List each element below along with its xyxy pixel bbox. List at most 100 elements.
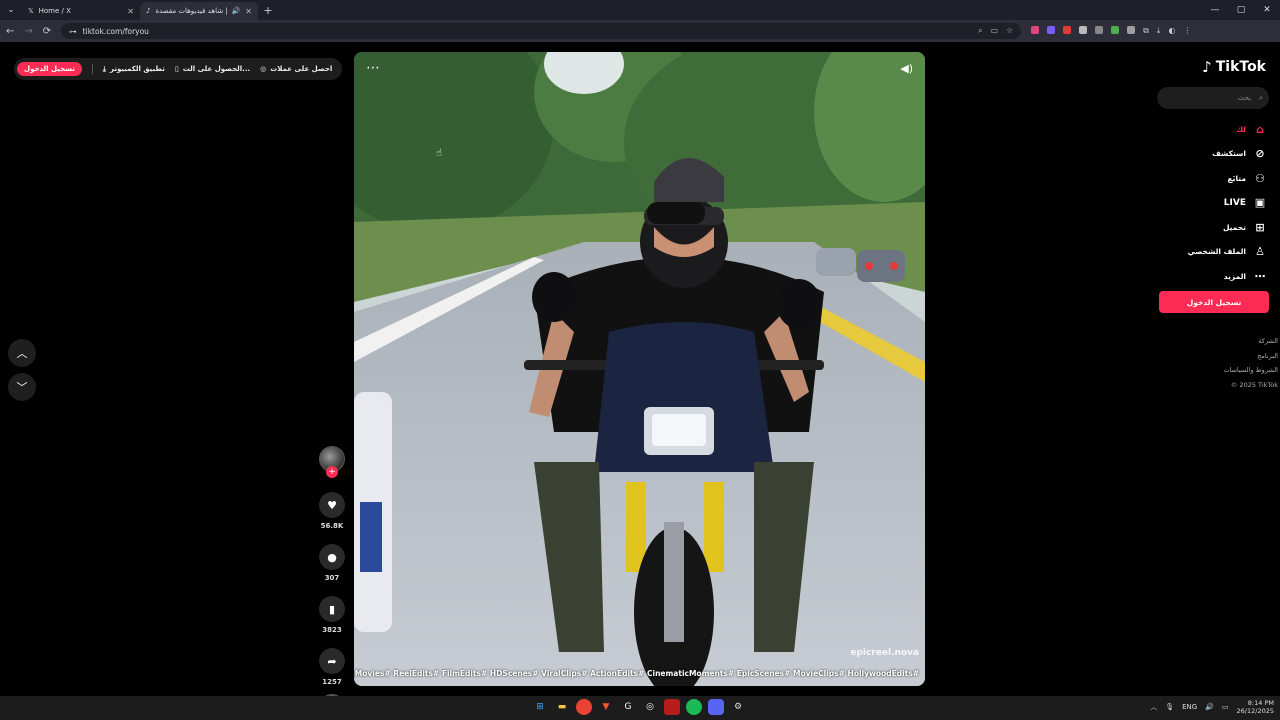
video-player[interactable]: ⋯ ◀) ☝ epicreel.nova TrendingMovies# Ree… — [354, 52, 925, 686]
home-icon: ⌂ — [1256, 122, 1264, 136]
top-actions: تسجيل الدخول ⤓ تطبيق الكمبيوتر ▯ الحصول … — [14, 58, 343, 80]
sidebar-login-button[interactable]: تسجيل الدخول — [1159, 291, 1269, 313]
extension-icon[interactable] — [1047, 26, 1056, 34]
windows-start-icon[interactable]: ⊞ — [532, 699, 548, 715]
extension-icon[interactable] — [1079, 26, 1088, 34]
close-tab-icon[interactable]: ✕ — [245, 7, 252, 16]
spotify-icon[interactable] — [686, 699, 702, 715]
get-app-button[interactable]: ▯ الحصول على الت... — [175, 65, 250, 73]
like-count: 56.8K — [320, 522, 344, 530]
bookmark-star-icon[interactable]: ☆ — [1006, 26, 1013, 36]
sidebar-item-explore[interactable]: استكشف ⊘ — [1156, 142, 1266, 167]
file-explorer-icon[interactable]: ▬ — [554, 699, 570, 715]
close-window-button[interactable]: ✕ — [1254, 5, 1280, 15]
app-icon[interactable]: ◎ — [642, 699, 658, 715]
extension-icon[interactable] — [1127, 26, 1136, 34]
top-login-button[interactable]: تسجيل الدخول — [17, 62, 82, 76]
battery-icon[interactable]: ▭ — [1222, 703, 1229, 711]
app-icon[interactable]: G — [620, 699, 636, 715]
sidebar-item-for-you[interactable]: لك ⌂ — [1156, 117, 1266, 142]
app-icon[interactable] — [664, 699, 680, 715]
browser-tab-bar: ⌄ 𝕏 Home / X ✕ ♪ شاهد فيديوهات مقصدة | T… — [0, 0, 1280, 20]
tab-x-home[interactable]: 𝕏 Home / X ✕ — [22, 2, 140, 20]
address-bar[interactable]: ⊶ tiktok.com/foryou ⌕ ▭ ☆ — [61, 23, 1022, 39]
compass-icon: ⊘ — [1255, 147, 1265, 161]
save-button[interactable]: ▮ — [319, 596, 345, 622]
search-input[interactable]: بحث ⌕ — [1157, 87, 1269, 109]
url-text: tiktok.com/foryou — [82, 26, 149, 36]
download-icon[interactable]: ⤓ — [1157, 26, 1161, 36]
upload-icon: ⊞ — [1255, 220, 1265, 234]
coin-icon: ◎ — [260, 65, 267, 73]
zoom-icon[interactable]: ⌕ — [978, 26, 982, 36]
puzzle-icon[interactable]: ⧉ — [1143, 26, 1149, 36]
sidebar-item-label: استكشف — [1212, 149, 1246, 159]
footer-link-company[interactable]: الشركة — [1223, 334, 1278, 349]
comment-icon: ● — [327, 550, 337, 564]
forward-icon[interactable]: → — [24, 26, 32, 37]
menu-icon[interactable]: ⋮ — [1183, 26, 1191, 36]
volume-icon[interactable]: 🔊 — [1205, 703, 1214, 711]
sidebar-item-upload[interactable]: تحميل ⊞ — [1156, 215, 1266, 240]
reload-icon[interactable]: ⟳ — [43, 26, 51, 37]
back-icon[interactable]: ← — [6, 26, 14, 37]
cast-icon[interactable]: ▭ — [990, 26, 998, 36]
more-options-icon[interactable]: ⋯ — [366, 60, 381, 76]
get-app-label: الحصول على الت... — [182, 65, 251, 73]
extension-icon[interactable] — [1063, 26, 1072, 34]
follow-plus-icon[interactable]: + — [326, 466, 338, 478]
tab-list-button[interactable]: ⌄ — [0, 0, 22, 20]
profile-avatar-icon[interactable]: ◐ — [1168, 26, 1175, 36]
site-info-icon[interactable]: ⊶ — [69, 27, 77, 36]
chevron-up-icon: ︿ — [16, 347, 28, 360]
volume-icon[interactable]: ◀) — [900, 62, 913, 75]
user-follow-icon: ⚇ — [1255, 171, 1265, 185]
tiktok-note-icon: ♪ — [1202, 58, 1212, 76]
tab-title: Home / X — [38, 7, 71, 15]
video-hashtags[interactable]: TrendingMovies# ReelEdits# FilmEdits# HD… — [354, 669, 919, 678]
tab-tiktok[interactable]: ♪ شاهد فيديوهات مقصدة | Tik... 🔊 ✕ — [140, 2, 258, 20]
download-icon: ⤓ — [102, 64, 107, 73]
audio-playing-icon[interactable]: 🔊 — [232, 7, 241, 15]
discord-icon[interactable] — [708, 699, 724, 715]
microphone-icon[interactable]: 🎙 — [1165, 703, 1174, 711]
language-indicator[interactable]: ENG — [1182, 703, 1197, 711]
footer-link-terms[interactable]: الشروط والسياسات — [1223, 363, 1278, 378]
os-taskbar: ⊞ ▬ ▼ G ◎ ⚙ ︿ 🎙 ENG 🔊 ▭ 8:14 PM 26/12/20… — [0, 696, 1280, 720]
share-button[interactable]: ➦ — [319, 648, 345, 674]
tiktok-page: تسجيل الدخول ⤓ تطبيق الكمبيوتر ▯ الحصول … — [0, 42, 1280, 720]
chrome-icon[interactable] — [576, 699, 592, 715]
extension-icon[interactable] — [1111, 26, 1120, 34]
profile-icon: ♙ — [1255, 245, 1265, 259]
sidebar-item-label: الملف الشخصي — [1187, 247, 1246, 257]
desktop-app-label: تطبيق الكمبيوتر — [110, 65, 165, 73]
comment-button[interactable]: ● — [319, 544, 345, 570]
share-icon: ➦ — [327, 654, 337, 668]
brave-icon[interactable]: ▼ — [598, 699, 614, 715]
close-tab-icon[interactable]: ✕ — [127, 7, 134, 16]
new-tab-button[interactable]: + — [258, 4, 278, 17]
sidebar-item-live[interactable]: LIVE ▣ — [1156, 191, 1266, 216]
minimize-button[interactable]: — — [1202, 5, 1228, 15]
phone-icon: ▯ — [174, 65, 179, 73]
action-rail: + ♥ 56.8K ● 307 ▮ 3823 ➦ 1257 — [316, 446, 348, 720]
system-tray: ︿ 🎙 ENG 🔊 ▭ 8:14 PM 26/12/2025 — [1150, 699, 1274, 715]
chevron-up-icon[interactable]: ︿ — [1150, 702, 1157, 712]
previous-video-button[interactable]: ︿ — [8, 339, 36, 367]
sidebar-item-more[interactable]: المزيد ⋯ — [1156, 264, 1266, 289]
mouse-cursor-icon: ☝ — [436, 148, 443, 159]
clock[interactable]: 8:14 PM 26/12/2025 — [1237, 699, 1274, 715]
extension-icon[interactable] — [1095, 26, 1104, 34]
get-coins-button[interactable]: ◎ احصل على عملات — [260, 65, 332, 73]
maximize-button[interactable]: ▢ — [1228, 5, 1254, 15]
tiktok-logo[interactable]: ♪ TikTok — [1202, 58, 1266, 76]
extension-icon[interactable] — [1031, 26, 1040, 34]
settings-gear-icon[interactable]: ⚙ — [730, 699, 746, 715]
search-icon[interactable]: ⌕ — [1259, 94, 1263, 103]
sidebar-item-profile[interactable]: الملف الشخصي ♙ — [1156, 240, 1266, 265]
like-button[interactable]: ♥ — [319, 492, 345, 518]
next-video-button[interactable]: ﹀ — [8, 373, 36, 401]
desktop-app-button[interactable]: ⤓ تطبيق الكمبيوتر — [103, 65, 165, 74]
footer-link-program[interactable]: البرنامج — [1223, 349, 1278, 364]
sidebar-item-following[interactable]: متابَع ⚇ — [1156, 166, 1266, 191]
